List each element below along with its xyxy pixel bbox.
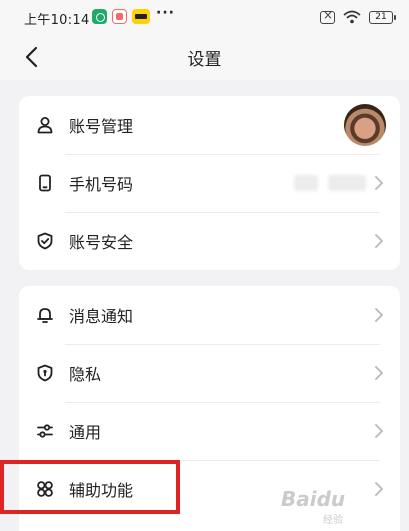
masked-phone-value <box>294 175 318 191</box>
settings-item-general[interactable]: 通用 <box>19 402 400 460</box>
status-bar: 上午10:14 ··· 21 <box>0 0 409 34</box>
phone-icon <box>35 173 55 193</box>
chevron-right-icon <box>375 234 383 248</box>
watermark-text: Baidu <box>281 487 346 511</box>
settings-item-privacy[interactable]: 隐私 <box>19 344 400 402</box>
avatar[interactable] <box>344 104 386 146</box>
settings-item-label: 通用 <box>69 423 102 442</box>
more-notifications-indicator: ··· <box>156 5 175 21</box>
status-indicators: 21 <box>320 8 396 26</box>
baidu-watermark: Baidu 经验 <box>281 487 401 527</box>
shield-lock-icon <box>35 363 55 383</box>
account-settings-card: 账号管理 手机号码 账号安全 <box>19 96 400 270</box>
settings-item-account-management[interactable]: 账号管理 <box>19 96 400 154</box>
settings-item-label: 账号管理 <box>69 117 134 136</box>
nav-header: 设置 <box>0 34 409 80</box>
settings-item-label: 隐私 <box>69 365 102 384</box>
chevron-right-icon <box>375 176 383 190</box>
page-title: 设置 <box>187 50 222 70</box>
highlight-annotation-box <box>0 460 180 514</box>
settings-item-label: 账号安全 <box>69 233 134 252</box>
settings-item-notifications[interactable]: 消息通知 <box>19 286 400 344</box>
masked-phone-value <box>328 175 366 191</box>
shield-check-icon <box>35 231 55 251</box>
watermark-subtext: 经验 <box>323 515 343 526</box>
meituan-icon <box>132 9 150 24</box>
sim-off-icon <box>320 8 335 24</box>
settings-item-label: 消息通知 <box>69 307 134 326</box>
app-red-icon <box>112 9 127 24</box>
settings-item-phone-number[interactable]: 手机号码 <box>19 154 400 212</box>
settings-item-account-security[interactable]: 账号安全 <box>19 212 400 270</box>
app-green-icon <box>92 9 107 24</box>
chevron-right-icon <box>375 308 383 322</box>
person-icon <box>35 115 55 135</box>
chevron-right-icon <box>375 366 383 380</box>
settings-item-label: 手机号码 <box>69 175 134 194</box>
chevron-right-icon <box>375 424 383 438</box>
battery-icon: 21 <box>369 10 396 24</box>
status-time: 上午10:14 <box>24 13 90 28</box>
wifi-icon <box>343 10 361 24</box>
sliders-icon <box>35 421 55 441</box>
bell-icon <box>35 305 55 325</box>
